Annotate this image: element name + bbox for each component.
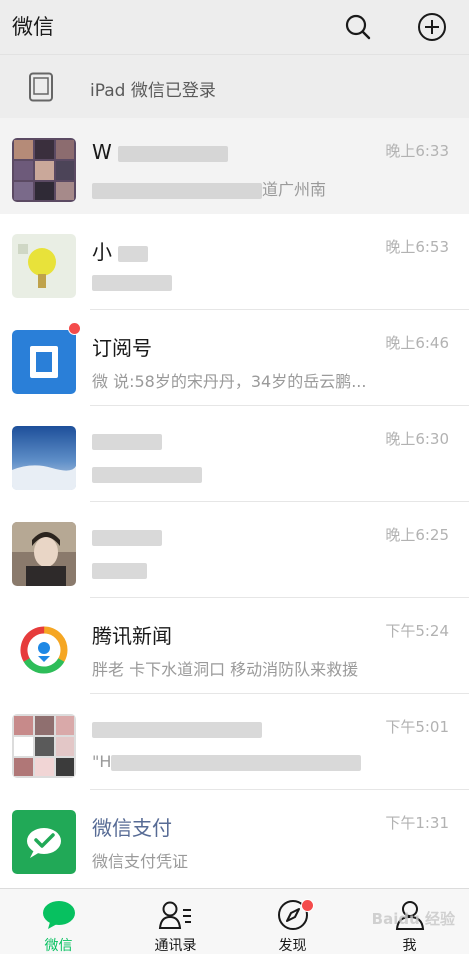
unread-dot — [68, 322, 81, 335]
chat-preview — [92, 560, 147, 579]
chat-time: 下午5:01 — [385, 718, 449, 736]
chat-name: 订阅号 — [92, 336, 152, 360]
subscription-avatar — [12, 330, 76, 394]
contacts-icon — [158, 899, 194, 931]
chat-name — [92, 428, 162, 452]
wechat-pay-avatar — [12, 810, 76, 874]
chat-row[interactable]: "H 下午5:01 — [0, 694, 469, 790]
chat-preview: "H — [92, 752, 362, 771]
contact-avatar — [12, 426, 76, 490]
search-icon[interactable] — [338, 7, 378, 47]
tab-label: 我 — [402, 938, 417, 954]
chat-time: 晚上6:53 — [385, 238, 449, 256]
chat-row[interactable]: W 道广州南 晚上6:33 — [0, 118, 469, 214]
chat-preview: 道广州南 — [92, 176, 326, 200]
chat-time: 晚上6:25 — [385, 526, 449, 544]
watermark: Baidu 经验 — [371, 910, 455, 928]
chat-preview: 微信支付凭证 — [92, 852, 189, 871]
chat-row[interactable]: 订阅号 微 说:58岁的宋丹丹，34岁的岳云鹏... 晚上6:46 — [0, 310, 469, 406]
chat-time: 晚上6:33 — [385, 142, 449, 160]
chat-row[interactable]: 微信支付 微信支付凭证 下午1:31 — [0, 790, 469, 886]
add-circle-icon[interactable] — [412, 7, 452, 47]
chat-name: W — [92, 140, 229, 164]
chat-preview: 微 说:58岁的宋丹丹，34岁的岳云鹏... — [92, 372, 367, 391]
tablet-icon — [28, 72, 54, 106]
chat-bubble-icon — [41, 899, 77, 931]
tab-label: 发现 — [278, 938, 307, 954]
tab-label: 微信 — [44, 938, 73, 954]
chat-name: 小 — [92, 236, 149, 265]
contact-avatar — [12, 234, 76, 298]
group-avatar — [12, 714, 76, 778]
chat-name: 微信支付 — [92, 816, 172, 840]
top-bar: 微信 — [0, 0, 469, 54]
chat-preview — [92, 272, 172, 291]
tab-chats[interactable]: 微信 — [0, 889, 117, 954]
group-avatar — [12, 138, 76, 202]
chat-row[interactable]: 晚上6:25 — [0, 502, 469, 598]
chat-name: 腾讯新闻 — [92, 624, 172, 648]
device-login-bar[interactable]: iPad 微信已登录 — [0, 54, 469, 118]
chat-row[interactable]: 小 晚上6:53 — [0, 214, 469, 310]
tab-label: 通讯录 — [154, 938, 197, 954]
chat-time: 晚上6:30 — [385, 430, 449, 448]
tab-contacts[interactable]: 通讯录 — [117, 889, 234, 954]
chat-name — [92, 716, 262, 740]
device-login-text: iPad 微信已登录 — [90, 81, 216, 101]
chat-time: 下午1:31 — [385, 814, 449, 832]
chat-preview: 胖老 卡下水道洞口 移动消防队来救援 — [92, 660, 359, 679]
page-title: 微信 — [12, 15, 54, 39]
chat-name — [92, 524, 162, 548]
chat-row[interactable]: 腾讯新闻 胖老 卡下水道洞口 移动消防队来救援 下午5:24 — [0, 598, 469, 694]
chat-row[interactable]: 晚上6:30 — [0, 406, 469, 502]
tab-discover[interactable]: 发现 — [234, 889, 351, 954]
discover-badge-dot — [301, 899, 314, 912]
chat-preview — [92, 464, 202, 483]
chat-time: 晚上6:46 — [385, 334, 449, 352]
chat-time: 下午5:24 — [385, 622, 449, 640]
contact-avatar — [12, 522, 76, 586]
tencent-news-avatar — [12, 618, 76, 682]
